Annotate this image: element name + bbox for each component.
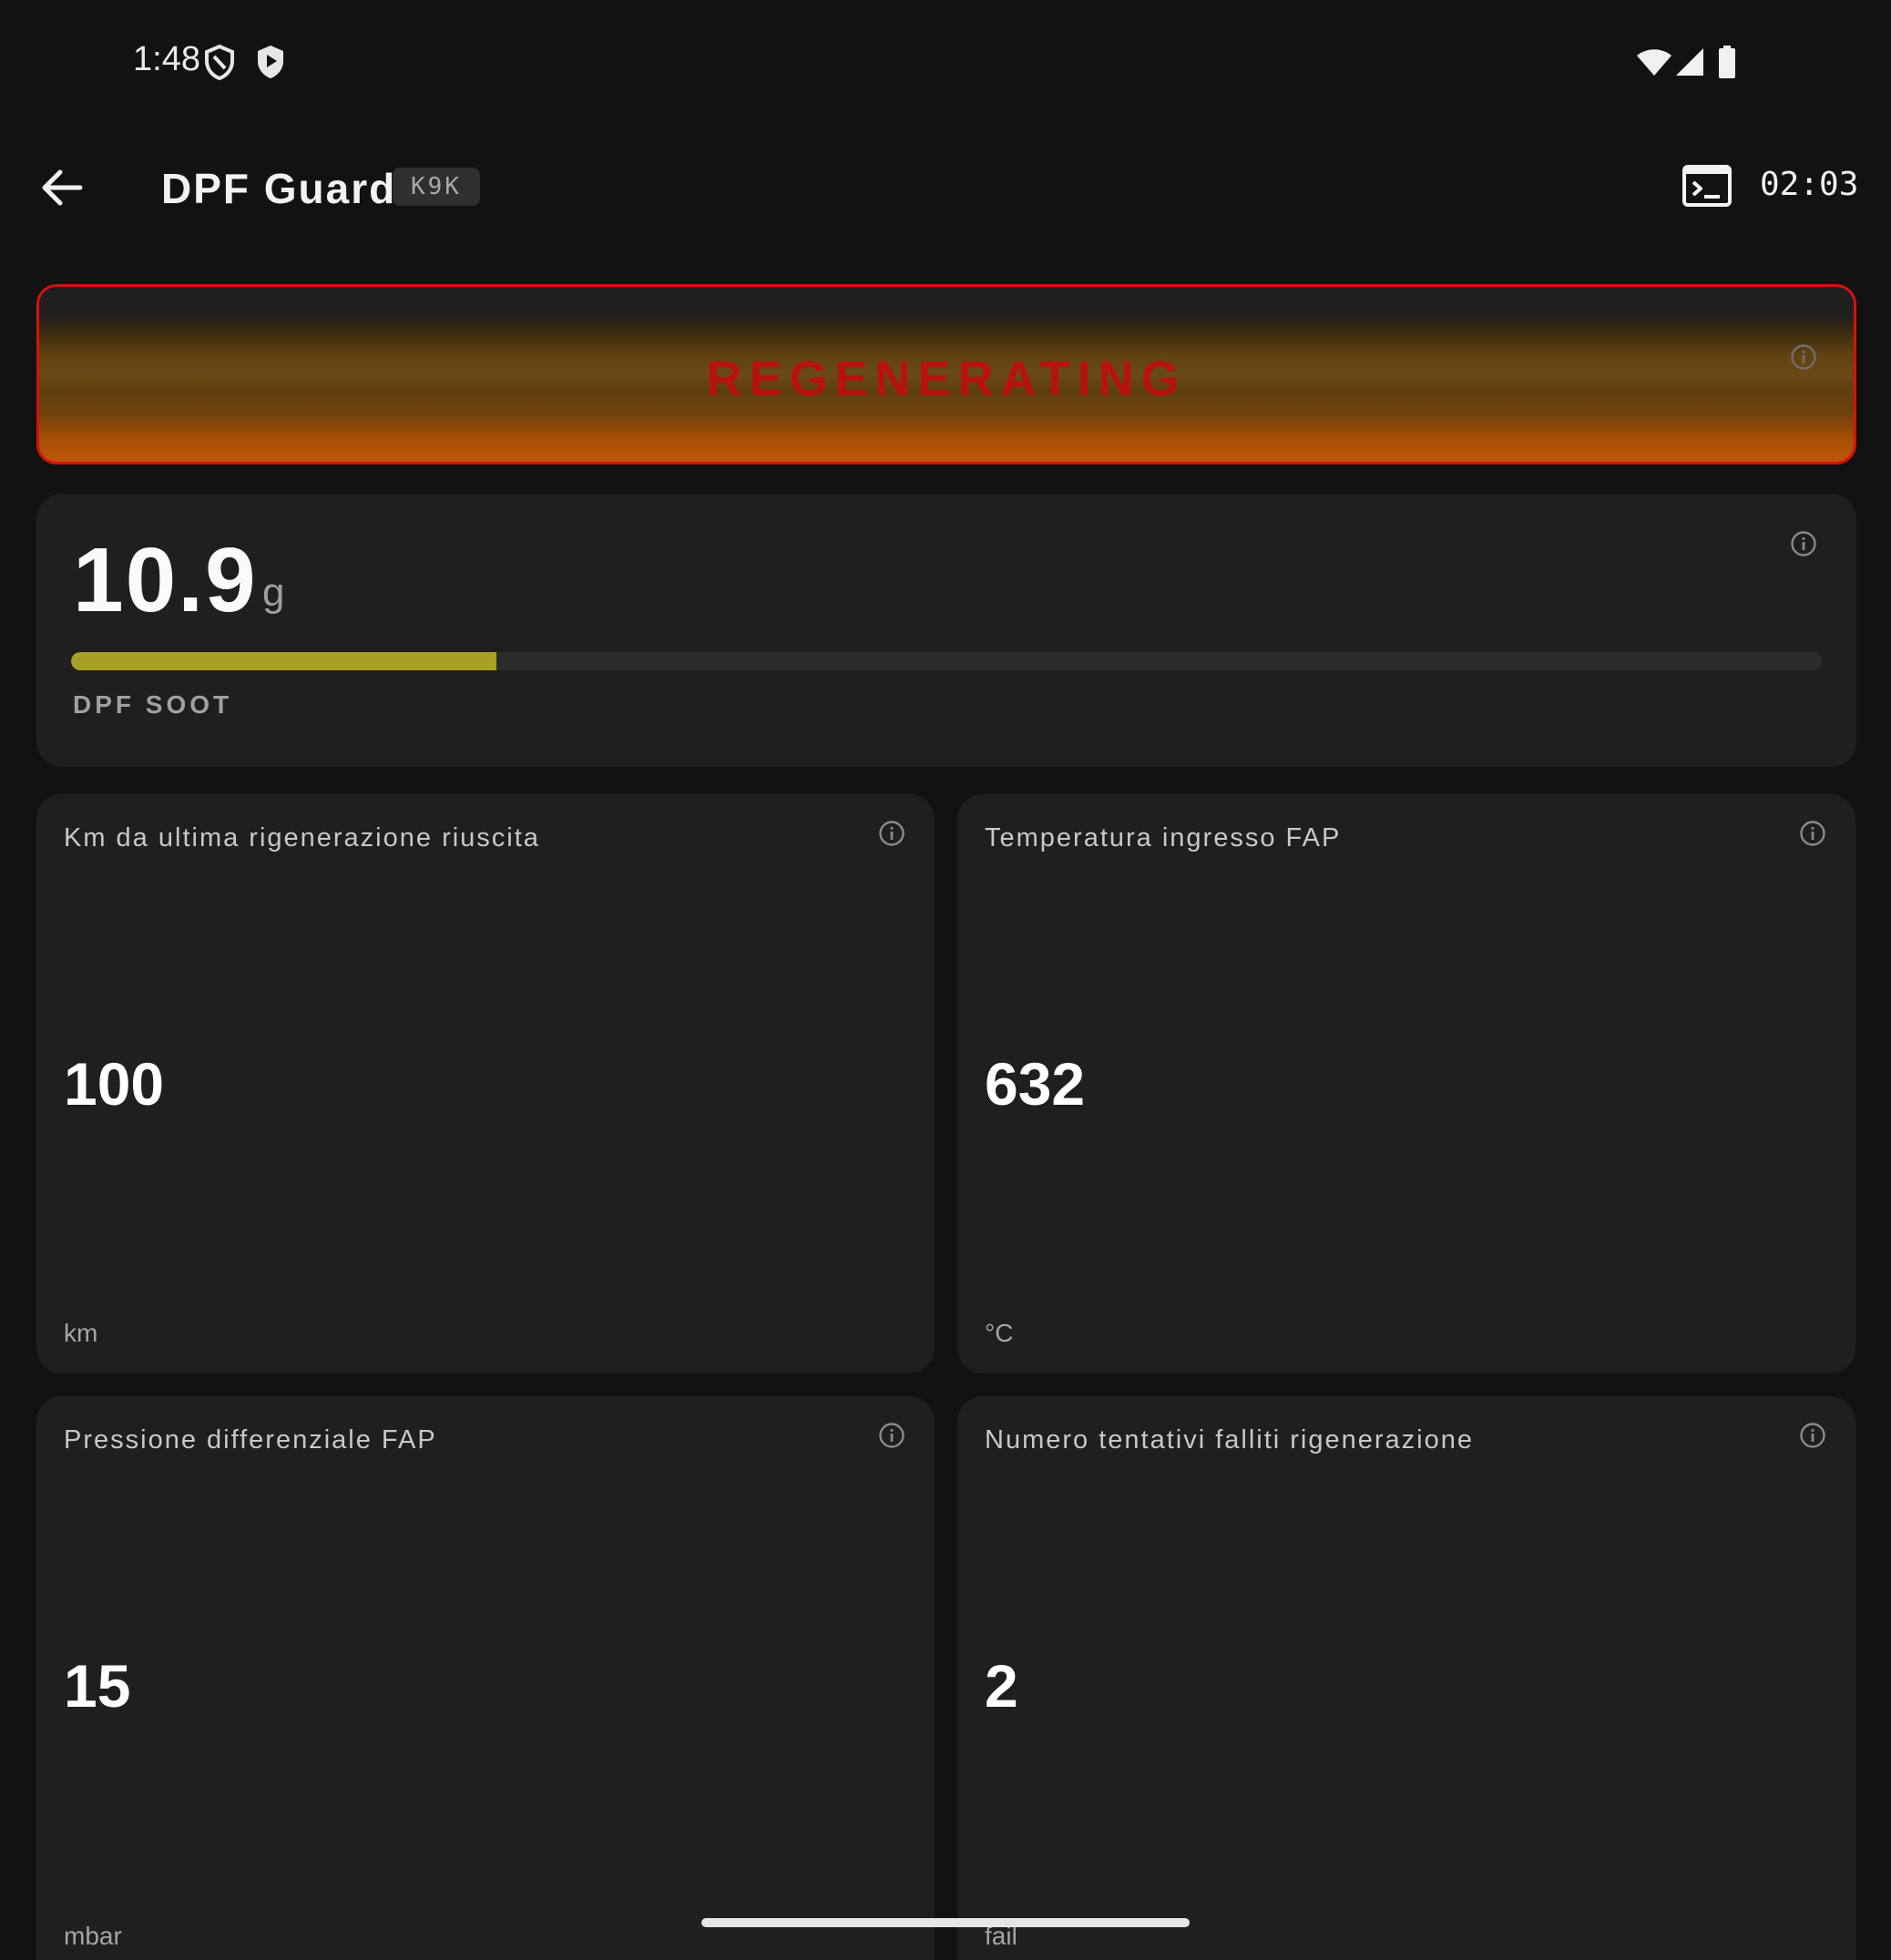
app-title: DPF Guard bbox=[161, 165, 397, 212]
metric-title: Temperatura ingresso FAP bbox=[985, 823, 1342, 852]
info-icon[interactable] bbox=[1790, 530, 1817, 557]
status-banner-text: REGENERATING bbox=[706, 352, 1187, 406]
soot-value: 10.9 bbox=[73, 529, 258, 631]
metric-card-km-since-regen: Km da ultima rigenerazione riuscita 100 … bbox=[36, 794, 935, 1373]
soot-label: DPF SOOT bbox=[73, 690, 233, 719]
metric-title: Pressione differenziale FAP bbox=[64, 1425, 437, 1455]
metric-card-inlet-temperature: Temperatura ingresso FAP 632 °C bbox=[957, 794, 1855, 1373]
shield-outline-icon bbox=[205, 44, 234, 80]
info-icon[interactable] bbox=[1799, 820, 1826, 847]
regeneration-status-banner: REGENERATING bbox=[36, 284, 1856, 464]
metric-unit: mbar bbox=[64, 1922, 122, 1950]
soot-unit: g bbox=[262, 570, 285, 615]
elapsed-timer: 02:03 bbox=[1760, 166, 1859, 203]
info-icon[interactable] bbox=[878, 820, 905, 847]
app-bar: DPF Guard K9K 02:03 bbox=[0, 128, 1891, 246]
metric-value: 2 bbox=[985, 1652, 1018, 1720]
cell-signal-icon bbox=[1676, 48, 1703, 76]
battery-icon bbox=[1719, 46, 1735, 78]
metric-unit: °C bbox=[985, 1319, 1014, 1347]
engine-code-badge: K9K bbox=[393, 168, 480, 206]
metric-value: 15 bbox=[64, 1652, 131, 1720]
info-icon[interactable] bbox=[1799, 1422, 1826, 1449]
dpf-soot-card: 10.9 g DPF SOOT bbox=[36, 494, 1856, 767]
status-bar: 1:48 bbox=[0, 0, 1891, 128]
wifi-icon bbox=[1637, 49, 1671, 76]
metric-card-failed-regen-attempts: Numero tentativi falliti rigenerazione 2… bbox=[957, 1396, 1855, 1960]
status-time: 1:48 bbox=[133, 40, 200, 78]
shield-play-icon bbox=[258, 46, 283, 78]
metric-value: 632 bbox=[985, 1050, 1086, 1118]
home-indicator[interactable] bbox=[701, 1918, 1190, 1927]
terminal-icon[interactable] bbox=[1681, 164, 1733, 208]
info-icon[interactable] bbox=[878, 1422, 905, 1449]
soot-progress-fill bbox=[71, 652, 497, 670]
metric-title: Numero tentativi falliti rigenerazione bbox=[985, 1425, 1474, 1455]
metric-unit: km bbox=[64, 1319, 98, 1347]
soot-progress-track bbox=[71, 652, 1822, 670]
back-arrow-icon[interactable] bbox=[35, 160, 89, 215]
metric-card-differential-pressure: Pressione differenziale FAP 15 mbar bbox=[36, 1396, 935, 1960]
info-icon[interactable] bbox=[1790, 343, 1817, 371]
metric-value: 100 bbox=[64, 1050, 165, 1118]
metric-title: Km da ultima rigenerazione riuscita bbox=[64, 823, 540, 852]
